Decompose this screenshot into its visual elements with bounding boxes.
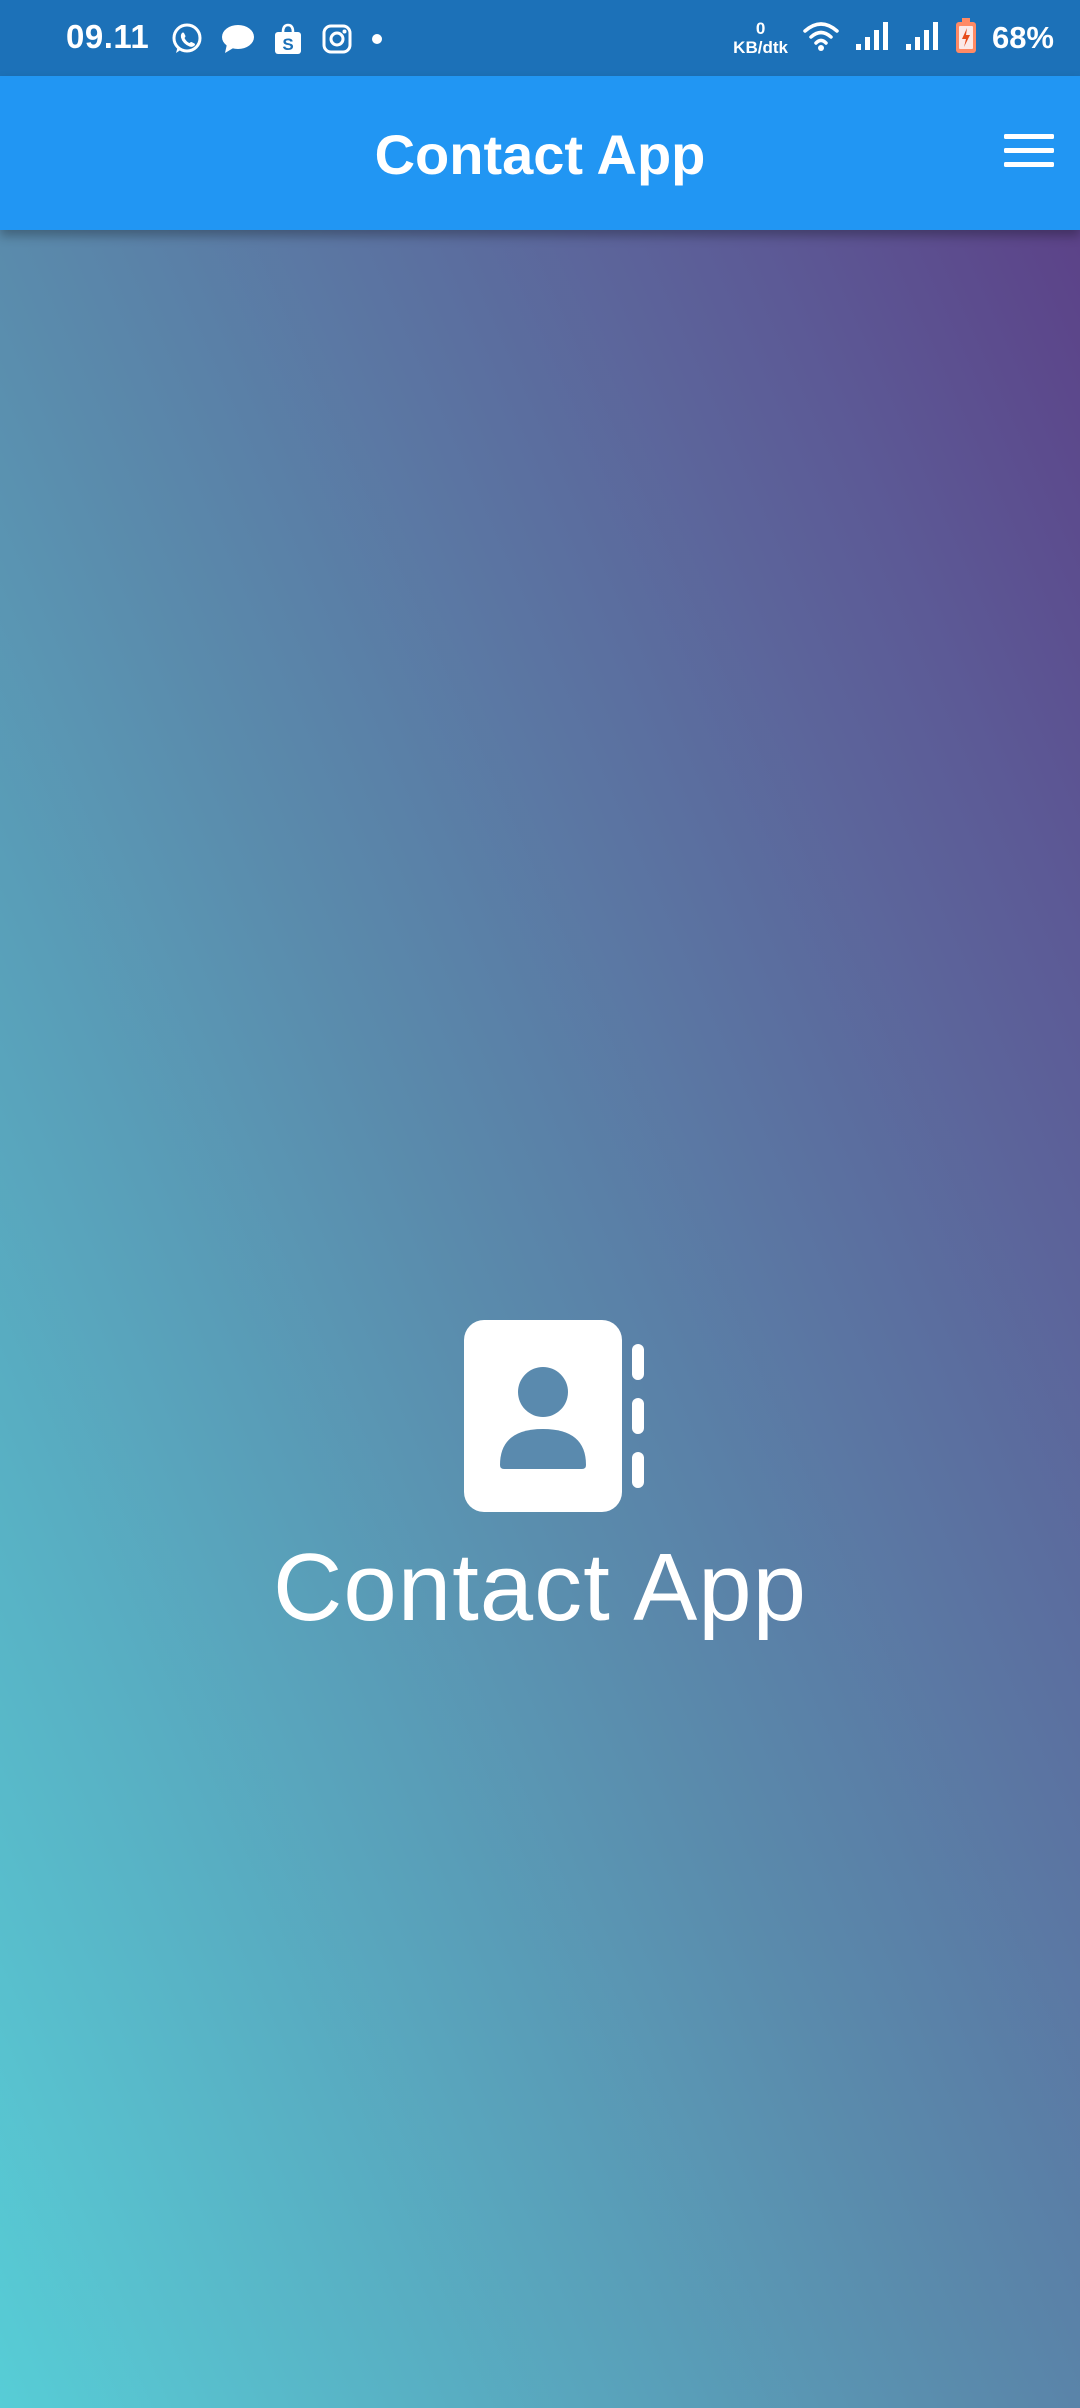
menu-button[interactable]	[994, 120, 1064, 186]
app-bar: Contact App	[0, 76, 1080, 230]
battery-icon	[954, 17, 978, 60]
notification-icons: S	[170, 20, 384, 58]
signal-icon	[854, 20, 890, 57]
app-bar-title: Contact App	[374, 123, 706, 186]
net-speed: 0 KB/dtk	[733, 19, 788, 57]
shopping-bag-icon: S	[272, 22, 304, 56]
instagram-icon	[320, 22, 354, 56]
contact-book-icon	[464, 1318, 644, 1519]
splash-title: Contact App	[272, 1534, 808, 1641]
dot-icon	[370, 32, 384, 46]
status-right-group: 0 KB/dtk 68%	[733, 12, 1054, 64]
status-bar: 09.11 S 0 KB/dtk 68%	[0, 0, 1080, 76]
app-screen: 09.11 S 0 KB/dtk 68% Contact App Contact…	[0, 0, 1080, 2408]
net-speed-value: 0	[755, 19, 766, 38]
signal-icon	[904, 20, 940, 57]
net-speed-unit: KB/dtk	[733, 38, 788, 57]
battery-percent: 68%	[991, 20, 1054, 55]
status-time: 09.11	[66, 18, 150, 55]
whatsapp-icon	[170, 22, 204, 56]
svg-text:S: S	[282, 35, 293, 54]
splash-logo: Contact App	[0, 1318, 1080, 1643]
hamburger-menu-icon	[1003, 131, 1055, 176]
wifi-icon	[802, 19, 840, 58]
message-bubble-icon	[220, 22, 256, 56]
